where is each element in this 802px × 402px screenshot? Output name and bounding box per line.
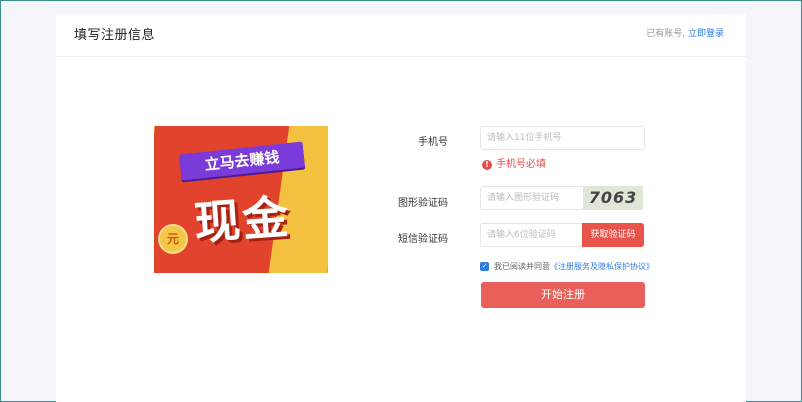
captcha-label: 图形验证码: [398, 198, 448, 209]
agreement-row: ✓ 我已阅读并同意《注册服务及隐私保护协议》: [480, 261, 654, 272]
sms-label: 短信验证码: [398, 234, 448, 245]
sms-input[interactable]: 请输入6位验证码: [480, 223, 584, 247]
error-icon: !: [482, 160, 492, 170]
have-account-text: 已有账号,: [646, 29, 686, 39]
banner-cash-text: 现金: [192, 189, 292, 251]
phone-error: ! 手机号必填: [482, 155, 546, 170]
agreement-text: 我已阅读并同意: [494, 262, 550, 271]
login-link[interactable]: 立即登录: [688, 29, 724, 39]
agreement-link[interactable]: 《注册服务及隐私保护协议》: [550, 262, 654, 271]
captcha-image[interactable]: 7063: [583, 186, 643, 210]
phone-input[interactable]: 请输入11位手机号: [480, 126, 645, 150]
get-code-button[interactable]: 获取验证码: [582, 223, 644, 247]
promo-banner: 立马去赚钱 现金 元: [154, 126, 328, 273]
register-card: 填写注册信息 已有账号, 立即登录 立马去赚钱 现金 元 手机号 请输入11位手…: [56, 14, 746, 402]
phone-error-text: 手机号必填: [496, 159, 546, 170]
coin-icon: 元: [160, 226, 186, 252]
card-header: 填写注册信息 已有账号, 立即登录: [56, 14, 746, 57]
register-button[interactable]: 开始注册: [481, 282, 645, 308]
login-prompt: 已有账号, 立即登录: [646, 26, 724, 39]
phone-label: 手机号: [418, 137, 448, 148]
captcha-input[interactable]: 请输入图形验证码: [480, 186, 584, 210]
page-title: 填写注册信息: [74, 28, 156, 43]
agreement-checkbox[interactable]: ✓: [480, 262, 489, 271]
